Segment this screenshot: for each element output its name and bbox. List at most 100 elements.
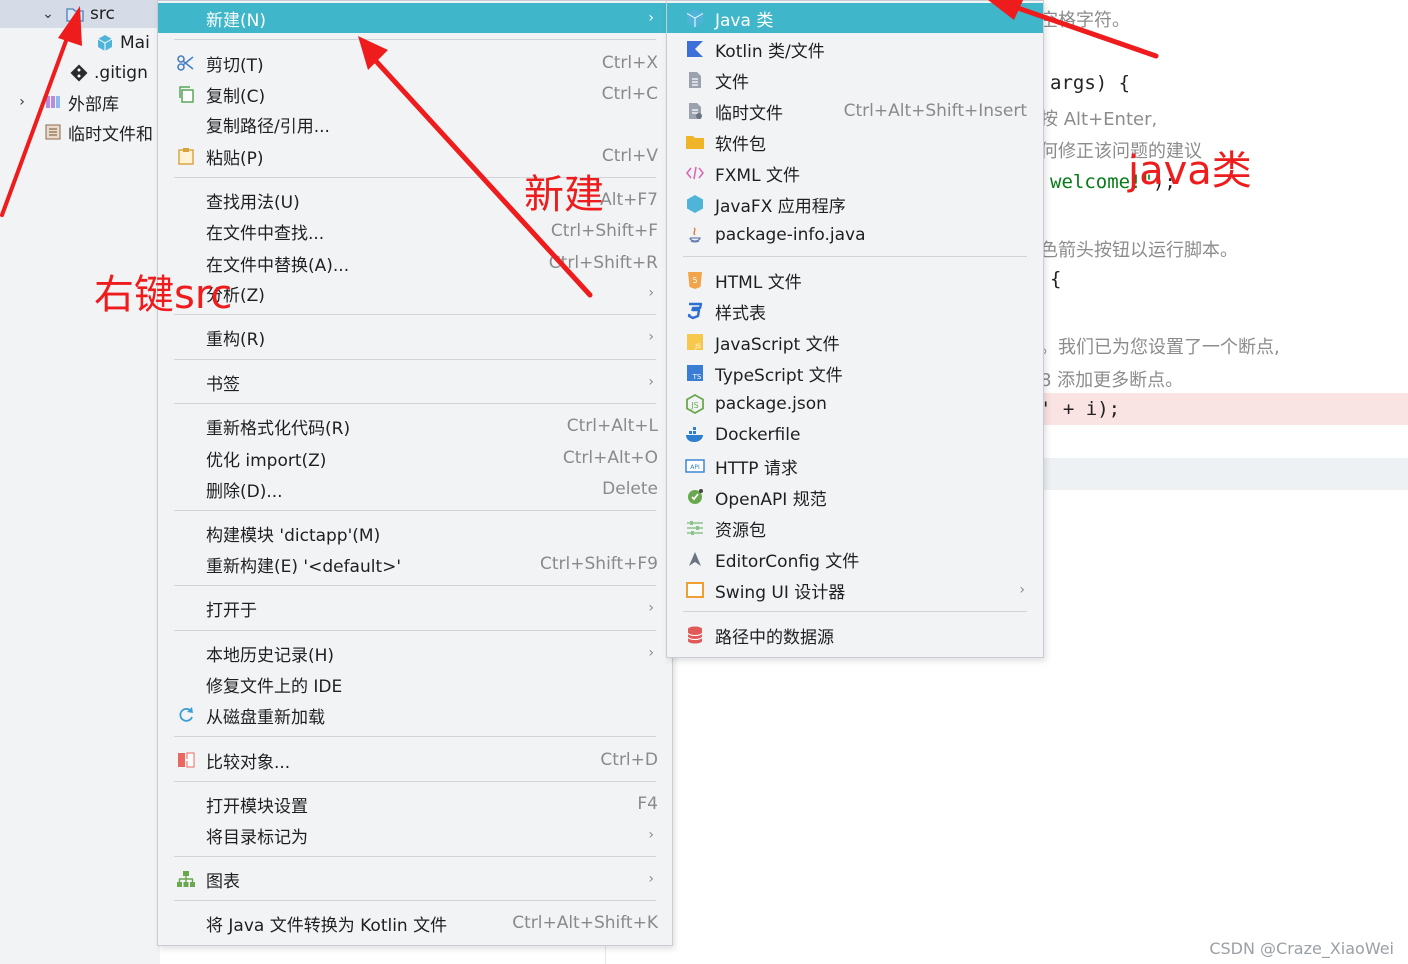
new-submenu-item[interactable]: FXML 文件 (667, 158, 1043, 188)
annotation-java-class: java类 (1128, 148, 1252, 194)
new-submenu-item[interactable]: 资源包 (667, 513, 1043, 543)
chevron-right-icon[interactable]: › (14, 94, 30, 110)
new-submenu-item[interactable]: TS TypeScript 文件 (667, 358, 1043, 388)
new-submenu-item[interactable]: JS package.json (667, 389, 1043, 419)
context-menu-item[interactable]: 分析(Z) › (158, 278, 672, 308)
git-icon (70, 64, 88, 82)
tree-item-external-libs[interactable]: › 外部库 (0, 88, 119, 116)
new-submenu-item-label: TypeScript 文件 (715, 365, 843, 386)
scratch-file-icon (685, 101, 705, 121)
context-menu-item-label: 复制(C) (206, 86, 266, 107)
copy-icon (176, 84, 196, 104)
context-menu-item[interactable]: 书签 › (158, 367, 672, 397)
context-menu-item[interactable]: 打开模块设置 F4 (158, 789, 672, 819)
context-menu-item[interactable]: 重新格式化代码(R) Ctrl+Alt+L (158, 411, 672, 441)
context-menu-item[interactable]: 从磁盘重新加载 (158, 700, 672, 730)
new-submenu-item-label: HTML 文件 (715, 272, 802, 293)
tree-item-main[interactable]: Mai (96, 29, 150, 57)
new-submenu-item[interactable]: JavaFX 应用程序 (667, 189, 1043, 219)
context-menu-item[interactable]: 重构(R) › (158, 322, 672, 352)
svg-text:JS: JS (690, 401, 698, 410)
new-submenu-item[interactable]: 软件包 (667, 127, 1043, 157)
tree-item-label: 外部库 (68, 94, 119, 115)
context-menu-item[interactable]: 打开于 › (158, 593, 672, 623)
new-submenu-item-label: 资源包 (715, 520, 766, 541)
new-submenu-item[interactable]: Dockerfile (667, 420, 1043, 450)
context-menu-item[interactable]: 将 Java 文件转换为 Kotlin 文件 Ctrl+Alt+Shift+K (158, 908, 672, 938)
context-menu-item[interactable]: 复制(C) Ctrl+C (158, 79, 672, 109)
database-icon (685, 625, 705, 645)
context-menu-item-label: 将 Java 文件转换为 Kotlin 文件 (206, 915, 448, 936)
context-menu-item[interactable]: 删除(D)... Delete (158, 474, 672, 504)
tree-item-src[interactable]: ⌄ src (0, 0, 160, 28)
context-menu-item[interactable]: 重新构建(E) '<default>' Ctrl+Shift+F9 (158, 549, 672, 579)
context-menu-item[interactable]: 在文件中查找... Ctrl+Shift+F (158, 216, 672, 246)
new-submenu-item-label: 临时文件 (715, 103, 783, 124)
new-submenu-item[interactable]: 文件 (667, 65, 1043, 95)
context-menu-item[interactable]: 优化 import(Z) Ctrl+Alt+O (158, 443, 672, 473)
new-submenu-item[interactable]: 5 HTML 文件 (667, 265, 1043, 295)
new-submenu-item[interactable]: Java 类 (667, 3, 1043, 33)
menu-separator (683, 611, 1027, 612)
context-menu-item-shortcut: Ctrl+V (601, 146, 658, 166)
resource-bundle-icon (685, 518, 705, 538)
context-menu-item-label: 本地历史记录(H) (206, 645, 335, 666)
new-submenu-item[interactable]: Swing UI 设计器 › (667, 575, 1043, 605)
context-menu-item[interactable]: 比较对象... Ctrl+D (158, 745, 672, 775)
file-icon (685, 70, 705, 90)
menu-separator (174, 359, 656, 360)
svg-text:TS: TS (692, 373, 702, 381)
tree-item-gitignore[interactable]: .gitign (70, 59, 148, 87)
context-menu-item[interactable]: 剪切(T) Ctrl+X (158, 48, 672, 78)
context-menu-item[interactable]: 构建模块 'dictapp'(M) (158, 518, 672, 548)
context-menu-item-label: 图表 (206, 871, 240, 892)
diagram-icon (176, 869, 196, 889)
context-menu-item[interactable]: 复制路径/引用... (158, 109, 672, 139)
new-submenu-item-label: 路径中的数据源 (715, 627, 834, 648)
new-submenu-item[interactable]: EditorConfig 文件 (667, 544, 1043, 574)
project-tree: ⌄ src Mai .gitign › 外部库 临时文件和 (0, 0, 160, 964)
context-menu-item-label: 打开于 (206, 600, 257, 621)
context-menu-item-label: 查找用法(U) (206, 192, 300, 213)
chevron-right-icon: › (648, 600, 654, 616)
context-menu-item-shortcut: F4 (637, 794, 658, 814)
new-submenu-item-label: EditorConfig 文件 (715, 551, 860, 572)
context-menu-item[interactable]: 新建(N) › (158, 3, 672, 33)
annotation-new: 新建 (524, 172, 604, 218)
new-submenu-item-label: 文件 (715, 72, 749, 93)
context-menu-item[interactable]: 将目录标记为 › (158, 820, 672, 850)
kotlin-icon (685, 39, 705, 59)
menu-separator (174, 630, 656, 631)
context-menu-item[interactable]: 本地历史记录(H) › (158, 638, 672, 668)
context-menu-item[interactable]: 修复文件上的 IDE (158, 669, 672, 699)
new-submenu-item[interactable]: 临时文件 Ctrl+Alt+Shift+Insert (667, 96, 1043, 126)
javafx-icon (685, 194, 705, 214)
package-folder-icon (685, 132, 705, 152)
context-menu-item[interactable]: 图表 › (158, 864, 672, 894)
code-line: 空格字符。 (1040, 10, 1130, 31)
code-line: 。我们已为您设置了一个断点, (1040, 337, 1280, 358)
scratch-icon (44, 123, 62, 141)
reload-icon (176, 705, 196, 725)
code-line: 8 添加更多断点。 (1040, 370, 1184, 391)
context-menu-item-label: 比较对象... (206, 752, 291, 773)
context-menu-item-shortcut: Ctrl+Alt+Shift+K (512, 913, 658, 933)
new-submenu-item[interactable]: JS JavaScript 文件 (667, 327, 1043, 357)
new-submenu-item[interactable]: 路径中的数据源 (667, 620, 1043, 650)
context-menu-item-label: 构建模块 'dictapp'(M) (206, 525, 381, 546)
new-submenu-item[interactable]: package-info.java (667, 220, 1043, 250)
new-submenu-item[interactable]: OpenAPI 规范 (667, 482, 1043, 512)
context-menu-item-label: 新建(N) (206, 10, 266, 31)
new-submenu-item[interactable]: Kotlin 类/文件 (667, 34, 1043, 64)
library-icon (44, 93, 62, 111)
new-submenu-item[interactable]: API HTTP 请求 (667, 451, 1043, 481)
tree-item-scratches[interactable]: 临时文件和 (44, 118, 153, 146)
context-menu-item-shortcut: Ctrl+Alt+L (566, 416, 658, 436)
context-menu-item[interactable]: 在文件中替换(A)... Ctrl+Shift+R (158, 248, 672, 278)
new-submenu-item[interactable]: 样式表 (667, 296, 1043, 326)
context-menu-item-label: 重新构建(E) '<default>' (206, 556, 402, 577)
chevron-down-icon[interactable]: ⌄ (40, 6, 56, 22)
code-line: { (1050, 268, 1062, 290)
svg-text:JS: JS (694, 343, 701, 350)
chevron-right-icon: › (648, 329, 654, 345)
